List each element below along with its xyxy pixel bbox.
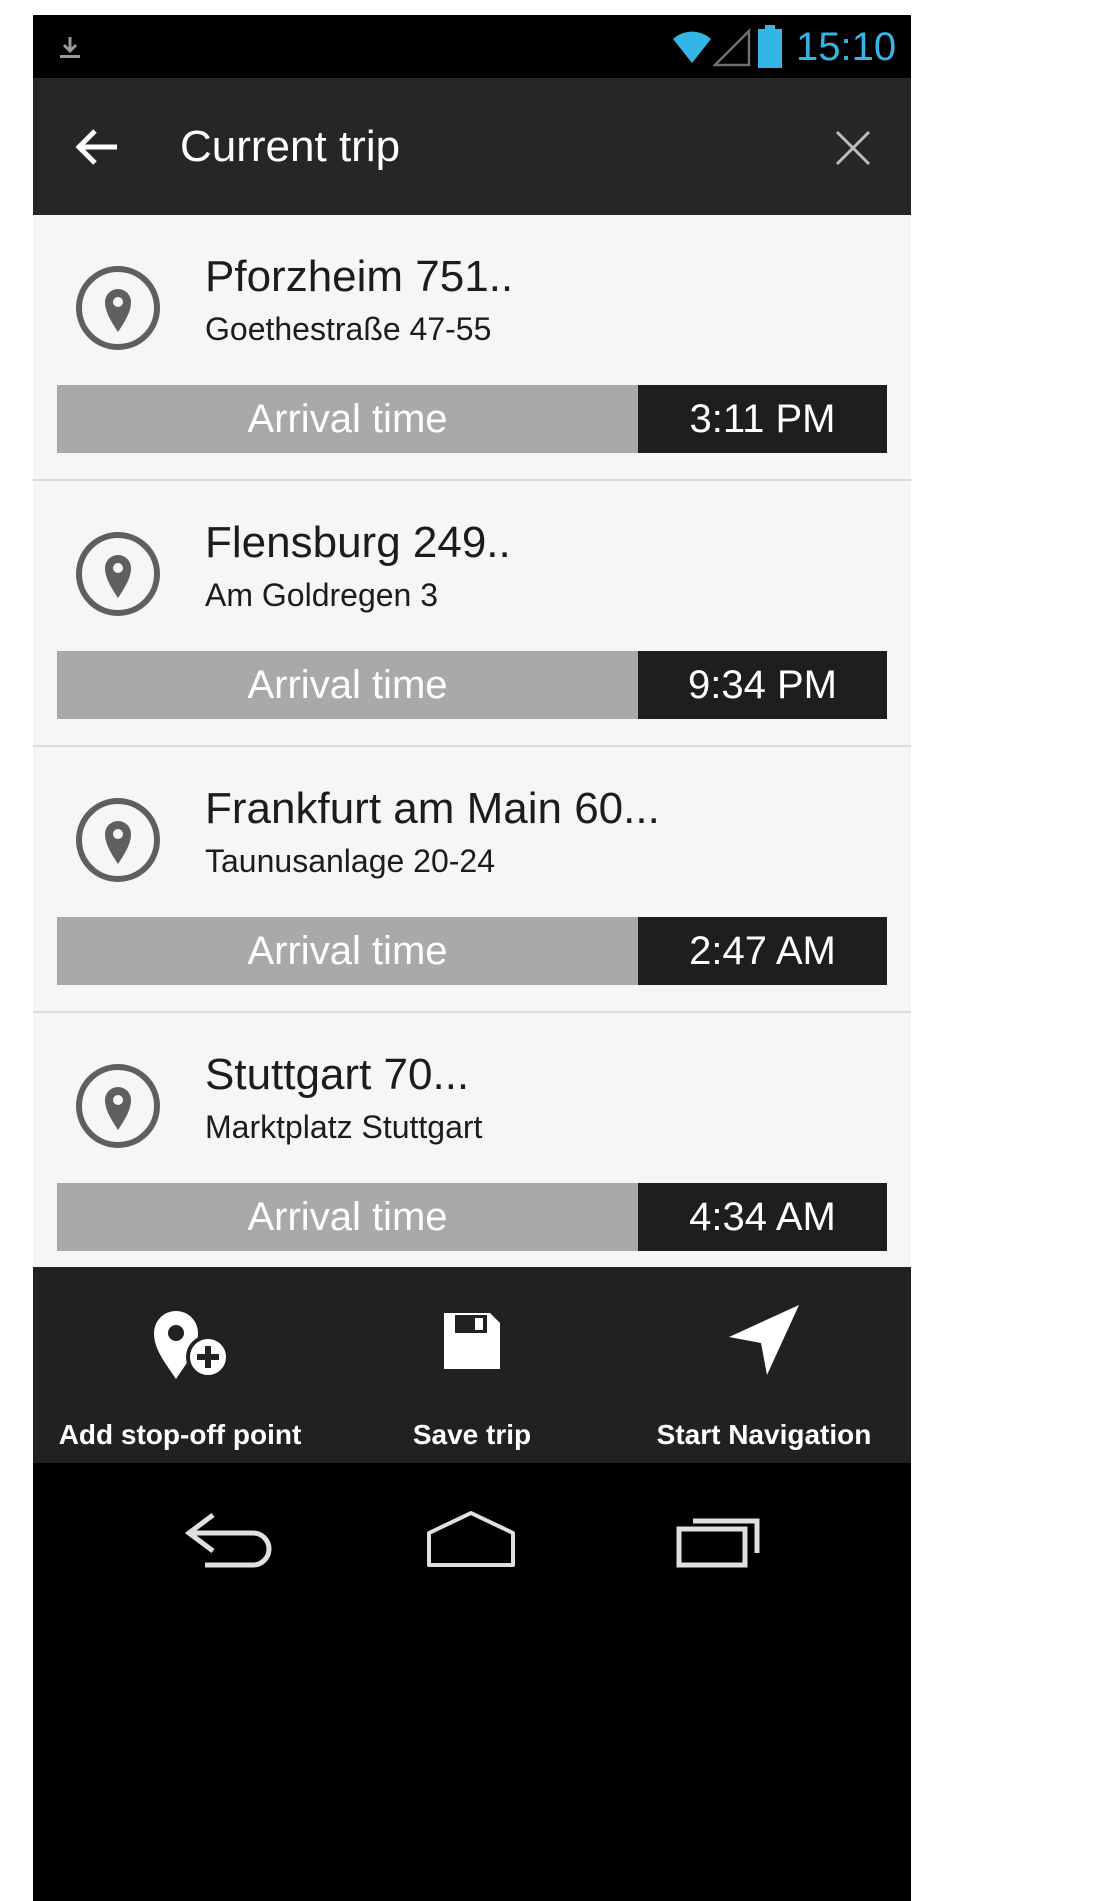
trip-stop-item[interactable]: Pforzheim 751.. Goethestraße 47-55 Arriv…	[33, 215, 911, 481]
nav-back-icon[interactable]	[181, 1509, 273, 1569]
add-stop-button[interactable]: Add stop-off point	[33, 1267, 327, 1463]
nav-home-icon[interactable]	[425, 1509, 517, 1569]
location-pin-icon	[76, 532, 160, 616]
app-bar: Current trip	[33, 78, 911, 215]
wifi-icon	[673, 31, 711, 63]
stop-street: Marktplatz Stuttgart	[205, 1109, 483, 1145]
signal-icon	[713, 27, 751, 67]
arrival-bar: Arrival time 4:34 AM	[57, 1183, 887, 1251]
action-bar: Add stop-off point Save trip Start Navig…	[33, 1267, 911, 1463]
navigation-arrow-icon	[729, 1305, 799, 1375]
system-nav-bar	[33, 1463, 911, 1901]
start-navigation-button[interactable]: Start Navigation	[617, 1267, 911, 1463]
nav-recents-icon[interactable]	[673, 1509, 765, 1569]
arrival-time-value: 2:47 AM	[638, 917, 887, 985]
trip-stop-list: Pforzheim 751.. Goethestraße 47-55 Arriv…	[33, 215, 911, 1267]
arrival-time-label: Arrival time	[57, 651, 638, 719]
arrival-time-value: 3:11 PM	[638, 385, 887, 453]
stop-city: Flensburg 249..	[205, 518, 511, 567]
arrival-time-value: 9:34 PM	[638, 651, 887, 719]
close-icon[interactable]	[833, 128, 873, 168]
status-bar: 15:10	[33, 15, 911, 78]
floppy-disk-icon	[444, 1313, 500, 1369]
pin-plus-icon	[154, 1311, 230, 1379]
arrival-time-label: Arrival time	[57, 1183, 638, 1251]
save-trip-label: Save trip	[412, 1419, 532, 1450]
battery-icon	[758, 25, 782, 68]
arrival-bar: Arrival time 9:34 PM	[57, 651, 887, 719]
download-icon	[60, 37, 80, 58]
arrival-time-label: Arrival time	[57, 385, 638, 453]
start-navigation-label: Start Navigation	[656, 1419, 872, 1450]
arrival-bar: Arrival time 2:47 AM	[57, 917, 887, 985]
page-title: Current trip	[180, 122, 401, 171]
stop-street: Goethestraße 47-55	[205, 311, 492, 347]
save-trip-button[interactable]: Save trip	[327, 1267, 617, 1463]
location-pin-icon	[76, 266, 160, 350]
trip-stop-item[interactable]: Stuttgart 70... Marktplatz Stuttgart Arr…	[33, 1013, 911, 1267]
arrival-time-value: 4:34 AM	[638, 1183, 887, 1251]
trip-stop-item[interactable]: Frankfurt am Main 60... Taunusanlage 20-…	[33, 747, 911, 1013]
arrival-bar: Arrival time 3:11 PM	[57, 385, 887, 453]
stop-city: Frankfurt am Main 60...	[205, 784, 660, 833]
trip-stop-item[interactable]: Flensburg 249.. Am Goldregen 3 Arrival t…	[33, 481, 911, 747]
stop-street: Am Goldregen 3	[205, 577, 439, 613]
arrival-time-label: Arrival time	[57, 917, 638, 985]
stop-street: Taunusanlage 20-24	[205, 843, 496, 879]
add-stop-label: Add stop-off point	[58, 1419, 302, 1450]
status-time: 15:10	[796, 25, 897, 69]
stop-city: Pforzheim 751..	[205, 252, 514, 301]
location-pin-icon	[76, 1064, 160, 1148]
phone-screen: 15:10 Current trip Pforzheim 751.. Goeth…	[33, 15, 911, 1901]
arrow-left-icon[interactable]	[73, 123, 121, 171]
stop-city: Stuttgart 70...	[205, 1050, 470, 1099]
location-pin-icon	[76, 798, 160, 882]
